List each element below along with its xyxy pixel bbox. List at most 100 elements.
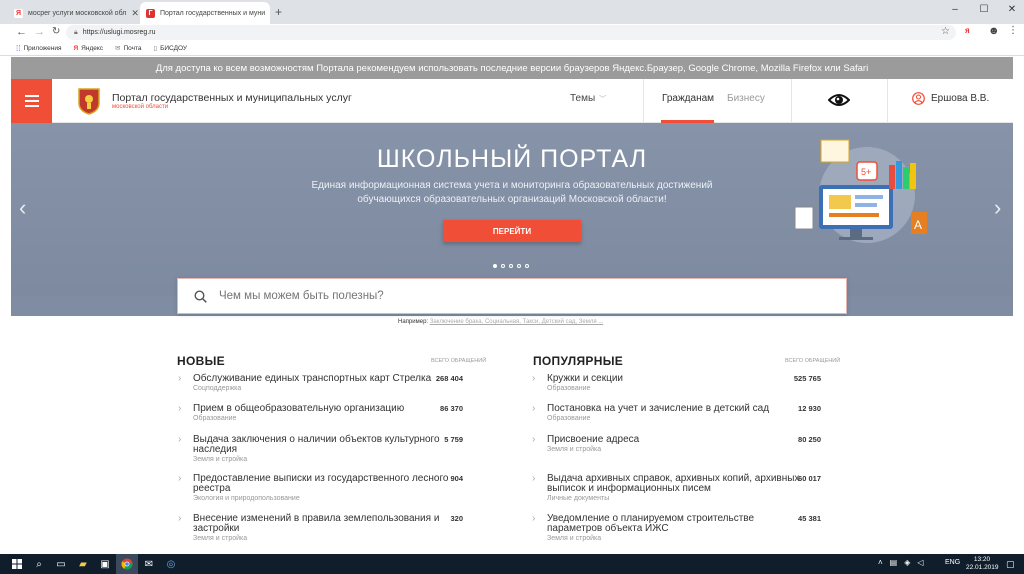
portal-subtitle: московской области [112,104,169,110]
hamburger-menu-button[interactable] [11,79,52,123]
service-list-item[interactable]: › Предоставление выписки из государственн… [178,474,493,503]
tab-close-icon[interactable]: ✕ [131,8,139,19]
request-count: 904 [450,474,463,483]
service-name-continued[interactable]: наследия [193,445,493,455]
volume-icon[interactable]: ◁ [917,558,923,567]
bookmark-label: Приложения [23,44,62,52]
service-list-item[interactable]: › Внесение изменений в правила землепольз… [178,514,493,543]
maximize-window-icon[interactable]: ☐ [970,0,998,18]
language-indicator[interactable]: ENG [945,559,960,566]
back-arrow-icon[interactable]: ← [16,26,27,38]
yandex-extension-icon[interactable]: я [965,26,970,35]
menu-dots-icon[interactable]: ⋮ [1008,25,1018,36]
browser-taskbar-icon[interactable]: ◎ [160,554,182,574]
service-list-item[interactable]: › Постановка на учет и зачисление в детск… [532,404,847,423]
mosreg-coat-of-arms-icon[interactable] [77,87,101,115]
carousel-dot[interactable] [501,264,505,268]
reload-icon[interactable]: ↻ [52,26,60,37]
service-list-item[interactable]: › Кружки и секции Образование 525 765 [532,374,847,393]
network-icon[interactable]: ▤ [890,558,898,567]
divider [887,79,888,123]
task-view-icon[interactable]: ▭ [50,554,72,574]
bookmark-yandex[interactable]: Я Яндекс [73,45,103,52]
profile-icon[interactable]: ☻ [988,25,1000,37]
lock-icon: 🔒︎ [74,28,78,36]
main-content: Например: Заключение брака, Социальная, … [11,278,1013,560]
tab-citizens[interactable]: Гражданам [662,93,714,104]
tab-label: мосрег услуги московской обл [28,9,127,17]
examples-links[interactable]: Заключение брака, Социальная, Такси, Дет… [430,319,604,325]
new-tab-plus-icon[interactable]: + [275,5,282,19]
chevron-right-icon: › [532,513,536,524]
service-name-continued[interactable]: реестра [193,484,493,494]
chrome-icon[interactable] [116,554,138,574]
clock-date: 22.01.2019 [966,564,999,571]
examples-label: Например: [398,319,429,325]
user-profile-link[interactable]: Ершова В.В. [912,92,989,105]
carousel-dot[interactable] [493,264,497,268]
browser-tab-mosreg[interactable]: Я мосрег услуги московской обл ✕ [8,2,140,24]
request-count: 12 930 [798,404,821,413]
url-text: https://uslugi.mosreg.ru [82,29,156,36]
service-list-item[interactable]: › Выдача заключения о наличии объектов ку… [178,435,493,464]
divider [643,79,644,123]
tab-business[interactable]: Бизнесу [727,93,765,104]
service-list-item[interactable]: › Присвоение адреса Земля и стройка 80 250 [532,435,847,454]
search-taskbar-icon[interactable]: ⌕ [28,554,50,574]
file-explorer-icon[interactable]: ▰ [72,554,94,574]
new-services-count-header: ВСЕГО ОБРАЩЕНИЙ [431,358,487,364]
portal-favicon-icon: Г [146,8,155,18]
chevron-right-icon: › [178,373,182,384]
service-list-item[interactable]: › Выдача архивных справок, архивных копий… [532,474,847,503]
search-box[interactable] [177,278,847,314]
search-examples: Например: Заключение брака, Социальная, … [398,319,603,325]
service-name-continued[interactable]: параметров объекта ИЖС [547,524,847,534]
bookmark-apps[interactable]: ⁞⁞ Приложения [16,44,61,53]
tray-chevron-icon[interactable]: ˄ [878,558,883,567]
carousel-dot[interactable] [509,264,513,268]
service-list-item[interactable]: › Прием в общеобразовательную организацию… [178,404,493,423]
chevron-right-icon: › [532,473,536,484]
windows-start-icon[interactable] [6,554,28,574]
service-name-continued[interactable]: застройки [193,524,493,534]
store-icon[interactable]: ▣ [94,554,116,574]
service-category: Экология и природопользование [193,495,300,502]
new-services-title: НОВЫЕ [177,354,225,368]
clock[interactable]: 13:20 22.01.2019 [966,556,999,572]
bookmark-bisdou[interactable]: ▯ БИСДОУ [153,44,188,53]
accessibility-eye-icon[interactable] [827,92,851,113]
grade-text: 5+ [861,167,871,177]
burger-line [24,105,39,107]
burger-line [24,100,39,102]
system-tray: ˄ ▤ ◈ ◁ [878,558,924,567]
request-count: 268 404 [435,374,463,383]
forward-arrow-icon[interactable]: → [34,26,45,38]
url-field[interactable]: 🔒︎ https://uslugi.mosreg.ru [66,25,956,40]
address-bar-row: ← → ↻ 🔒︎ https://uslugi.mosreg.ru ☆ я ☻ … [0,24,1024,41]
chevron-right-icon: › [532,434,536,445]
tray-app-icon[interactable]: ◈ [904,558,910,567]
service-name-continued[interactable]: выписок и информационных писем [547,484,847,494]
bookmark-star-icon[interactable]: ☆ [941,26,950,37]
notifications-icon[interactable]: ▢ [1006,559,1015,570]
browser-tab-portal[interactable]: Г Портал государственных и муни ✕ [140,2,270,24]
bookmark-mail[interactable]: ✉ Почта [115,44,142,53]
mail-taskbar-icon[interactable]: ✉ [138,554,160,574]
service-category: Личные документы [547,495,610,502]
portal-title[interactable]: Портал государственных и муниципальных у… [112,92,352,104]
yandex-favicon-icon: Я [14,8,23,18]
request-count: 320 [450,514,463,523]
bookmark-label: Яндекс [81,44,104,52]
carousel-dot[interactable] [525,264,529,268]
page-icon: ▯ [153,45,158,52]
carousel-dot[interactable] [517,264,521,268]
minimize-window-icon[interactable]: – [941,0,969,18]
popular-services-count-header: ВСЕГО ОБРАЩЕНИЙ [785,358,841,364]
site-header: Портал государственных и муниципальных у… [11,79,1013,123]
service-list-item[interactable]: › Обслуживание единых транспортных карт С… [178,374,493,393]
go-button[interactable]: ПЕРЕЙТИ [443,220,581,242]
service-list-item[interactable]: › Уведомление о планируемом строительстве… [532,514,847,543]
topics-dropdown[interactable]: Темы ﹀ [570,93,606,104]
search-input[interactable] [219,290,779,302]
close-window-icon[interactable]: ✕ [998,0,1024,18]
